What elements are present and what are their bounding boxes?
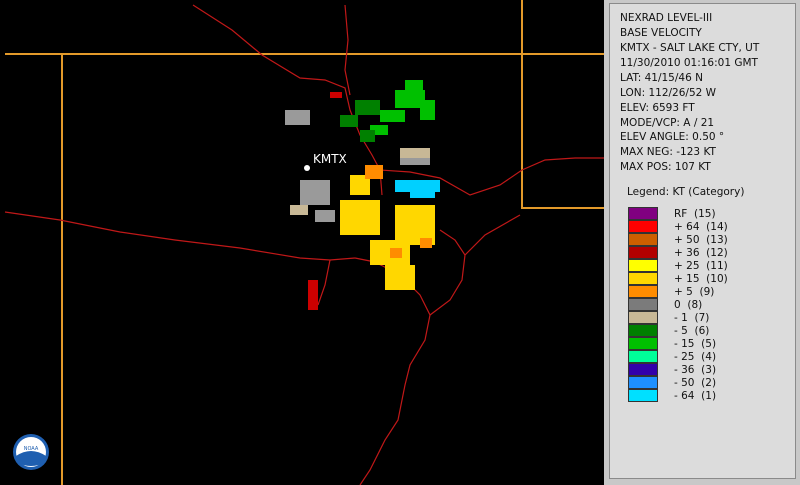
product-type: BASE VELOCITY (620, 27, 702, 39)
legend-swatch (628, 350, 658, 363)
legend-item: + 15 (10) (628, 272, 728, 285)
max-positive: MAX POS: 107 KT (620, 161, 711, 173)
map-canvas: NOAA (4, 0, 604, 485)
radar-map: NOAA KMTX (0, 0, 604, 485)
legend-swatch (628, 259, 658, 272)
state-borders (5, 0, 604, 485)
legend-item: + 36 (12) (628, 246, 728, 259)
legend-item: + 50 (13) (628, 233, 728, 246)
legend-item: - 15 (5) (628, 337, 728, 350)
highway-sw (317, 259, 331, 306)
legend-label: + 25 (11) (674, 259, 728, 272)
legend-label: - 5 (6) (674, 324, 710, 337)
legend-swatch (628, 285, 658, 298)
product-name: NEXRAD LEVEL-III (620, 12, 713, 24)
legend-label: + 50 (13) (674, 233, 728, 246)
legend-label: - 36 (3) (674, 363, 717, 376)
legend-swatch (628, 376, 658, 389)
legend-label: - 15 (5) (674, 337, 717, 350)
legend-label: - 50 (2) (674, 376, 717, 389)
legend-item: + 25 (11) (628, 259, 728, 272)
station-name: KMTX - SALT LAKE CTY, UT (620, 42, 760, 54)
legend-swatch (628, 337, 658, 350)
legend-item: + 5 (9) (628, 285, 728, 298)
legend-item: - 1 (7) (628, 311, 728, 324)
info-panel: NEXRAD LEVEL-III BASE VELOCITY KMTX - SA… (609, 3, 796, 479)
echo-darkgreen (340, 100, 380, 142)
legend-label: + 64 (14) (674, 220, 728, 233)
highway-ne (344, 4, 351, 96)
legend-label: + 36 (12) (674, 246, 728, 259)
legend-label: RF (15) (674, 207, 716, 220)
scan-datetime: 11/30/2010 01:16:01 GMT (620, 57, 758, 69)
legend: RF (15) + 64 (14) + 50 (13) + 36 (12) + 25 (… (628, 207, 728, 402)
highway-west (4, 211, 356, 261)
mode-vcp: MODE/VCP: A / 21 (620, 117, 715, 129)
legend-label: - 64 (1) (674, 389, 717, 402)
legend-label: 0 (8) (674, 298, 703, 311)
legend-label: + 5 (9) (674, 285, 715, 298)
legend-label: + 15 (10) (674, 272, 728, 285)
highway-se (429, 229, 466, 316)
legend-swatch (628, 311, 658, 324)
legend-item: RF (15) (628, 207, 728, 220)
highways (4, 4, 604, 485)
noaa-logo: NOAA (13, 434, 49, 470)
legend-swatch (628, 363, 658, 376)
legend-title: Legend: KT (Category) (627, 186, 745, 198)
legend-swatch (628, 324, 658, 337)
product-info: NEXRAD LEVEL-III BASE VELOCITY KMTX - SA… (620, 11, 759, 131)
legend-item: - 64 (1) (628, 389, 728, 402)
highway-south (354, 257, 431, 485)
legend-item: 0 (8) (628, 298, 728, 311)
echo-cyan (395, 180, 440, 198)
latitude: LAT: 41/15/46 N (620, 72, 703, 84)
elevation-angle: ELEV ANGLE: 0.50 ° (620, 131, 725, 143)
highway-north (192, 4, 383, 196)
scan-stats: ELEV ANGLE: 0.50 ° MAX NEG: -123 KT MAX … (620, 130, 724, 175)
legend-swatch (628, 220, 658, 233)
legend-swatch (628, 272, 658, 285)
svg-text:NOAA: NOAA (24, 446, 39, 452)
legend-item: + 64 (14) (628, 220, 728, 233)
legend-label: - 1 (7) (674, 311, 710, 324)
legend-swatch (628, 298, 658, 311)
state-border-wyoming-west (521, 0, 604, 209)
legend-swatch (628, 207, 658, 220)
legend-swatch (628, 246, 658, 259)
radar-station-marker (304, 165, 310, 171)
legend-item: - 50 (2) (628, 376, 728, 389)
longitude: LON: 112/26/52 W (620, 87, 717, 99)
legend-swatch (628, 389, 658, 402)
max-negative: MAX NEG: -123 KT (620, 146, 716, 158)
highway-east2 (464, 214, 521, 256)
legend-label: - 25 (4) (674, 350, 717, 363)
echo-clusters (285, 80, 440, 310)
legend-item: - 5 (6) (628, 324, 728, 337)
legend-swatch (628, 233, 658, 246)
legend-item: - 36 (3) (628, 363, 728, 376)
station-label: KMTX (313, 152, 347, 166)
legend-item: - 25 (4) (628, 350, 728, 363)
elevation: ELEV: 6593 FT (620, 102, 695, 114)
